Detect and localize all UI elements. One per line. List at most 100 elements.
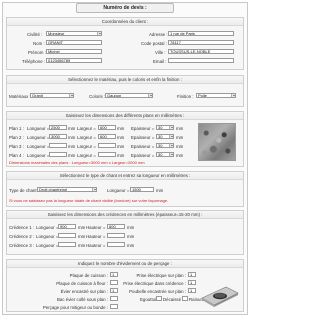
percage-label: Plaque de cuisson à fleur : [56, 281, 108, 286]
civilite-value: Monsieur [48, 31, 65, 36]
egouttoir-rainure-count-field[interactable] [182, 296, 188, 301]
credence-hauteur-field[interactable]: 600 [107, 224, 125, 229]
percage-count-field[interactable]: 1 [110, 288, 118, 293]
materiaux-label: Matériaux : [9, 94, 31, 99]
egouttoir-decaisse-label: Décaissé [163, 297, 182, 302]
chant-type-select[interactable]: Droit chanfreiné [37, 187, 97, 192]
materials-section-header: Sélectionnez le matériau, puis le colori… [7, 76, 243, 84]
code-postal-label: Code postal : [141, 41, 167, 46]
egouttoir-decaisse-count-field[interactable] [156, 296, 162, 301]
percage-label: Évier encastré sur plan : [60, 289, 108, 294]
percage-count-field[interactable]: 1 [188, 280, 196, 285]
chant-longueur-field[interactable]: 1500 [130, 187, 154, 192]
largeur-label: Largeur = [77, 153, 96, 158]
plan-longueur-field[interactable] [49, 152, 67, 157]
plan-label: Plan 3 : [9, 144, 24, 149]
finition-value: Polie [198, 93, 207, 98]
mm-unit: mm [68, 153, 76, 158]
percage-count-field[interactable]: 1 [188, 288, 196, 293]
granite-swatch-image [198, 123, 236, 161]
coloris-select[interactable]: Gaugun [105, 93, 153, 98]
adresse-label: Adresse : [149, 32, 168, 37]
prenom-label: Prénom : [28, 50, 46, 55]
plan-largeur-field[interactable]: 600 [98, 125, 116, 130]
longueur-label: Longueur = [27, 126, 50, 131]
largeur-label: Largeur = [77, 135, 96, 140]
prenom-field[interactable]: Michel [46, 49, 102, 54]
longueur-label: Longueur = [36, 225, 59, 230]
chant-note: Si vous ne saisissez pas la longueur tot… [9, 198, 169, 203]
chevron-down-icon [169, 135, 173, 138]
coloris-value: Gaugun [107, 93, 122, 98]
mm-unit: mm [117, 135, 125, 140]
ville-field[interactable]: TOUSSUS-LE-NOBLE [168, 49, 234, 54]
largeur-label: Largeur = [77, 126, 96, 131]
chevron-down-icon [169, 144, 173, 147]
finition-select[interactable]: Polie [196, 93, 236, 98]
quote-number-title: Numéro de devis : [76, 3, 174, 13]
plan-epaisseur-select[interactable]: 30 [156, 152, 174, 157]
percage-label: Poubelle encastrée sur plan : [129, 289, 186, 294]
plan-epaisseur-select[interactable]: 30 [156, 134, 174, 139]
hauteur-label: Hauteur = [86, 243, 106, 248]
plan-epaisseur-value: 30 [158, 152, 163, 157]
percage-count-field[interactable] [110, 296, 118, 301]
percage-count-field[interactable]: 1 [110, 272, 118, 277]
longueur-label: Longueur = [36, 234, 59, 239]
ville-label: Ville : [155, 50, 166, 55]
mm-unit: mm [117, 144, 125, 149]
plan-largeur-field[interactable] [98, 143, 116, 148]
mm-unit: mm [117, 153, 125, 158]
sink-illustration [201, 286, 239, 307]
credence-longueur-field[interactable]: 900 [58, 224, 76, 229]
code-postal-field[interactable]: 78117 [168, 40, 234, 45]
credence-longueur-field[interactable] [58, 233, 76, 238]
plan-longueur-field[interactable]: 2500 [49, 125, 67, 130]
materiaux-value: Granit [32, 93, 43, 98]
finition-label: Finition : [177, 94, 194, 99]
plan-longueur-field[interactable]: 3000 [49, 134, 67, 139]
chant-type-value: Droit chanfreiné [39, 187, 68, 192]
plan-epaisseur-value: 30 [158, 143, 163, 148]
plan-epaisseur-select[interactable]: 30 [156, 143, 174, 148]
plan-label: Plan 1 : [9, 126, 24, 131]
client-section-header: Coordonnées du client : [7, 18, 243, 26]
plans-section-header: Saisissez les dimensions des différents … [7, 112, 243, 120]
credences-section-header: Saisissez les dimensions des crédences e… [7, 211, 243, 219]
mm-unit: mm [78, 234, 86, 239]
plan-label: Plan 2 : [9, 135, 24, 140]
percage-count-field[interactable] [110, 280, 118, 285]
nom-field[interactable]: GRANIT [46, 40, 102, 45]
percage-label: Prise électrique dans crédence : [123, 281, 186, 286]
email-field[interactable] [168, 58, 234, 63]
plans-max-note: Dimensions maximales des plans : Longueu… [9, 160, 145, 165]
mm-unit: mm [117, 126, 125, 131]
plan-largeur-field[interactable] [98, 152, 116, 157]
adresse-field[interactable]: 1 rue de Paris [168, 31, 234, 36]
civilite-select[interactable]: Monsieur [46, 31, 102, 36]
epaisseur-label: Epaisseur = [131, 135, 155, 140]
plan-longueur-field[interactable] [49, 143, 67, 148]
chevron-down-icon [169, 153, 173, 156]
credence-label: Crédence 3 : [9, 243, 35, 248]
plan-label: Plan 4 : [9, 153, 24, 158]
plan-largeur-field[interactable]: 600 [98, 134, 116, 139]
telephone-field[interactable]: 0123456789 [46, 58, 102, 63]
credences-section: Saisissez les dimensions des crédences e… [6, 210, 244, 255]
epaisseur-label: Epaisseur = [131, 126, 155, 131]
materiaux-select[interactable]: Granit [30, 93, 74, 98]
percage-count-field[interactable]: 1 [188, 272, 196, 277]
plan-epaisseur-select[interactable]: 30 [156, 125, 174, 130]
credence-hauteur-field[interactable] [107, 233, 125, 238]
longueur-label: Longueur = [27, 153, 50, 158]
mm-unit: mm [176, 153, 184, 158]
mm-unit: mm [78, 243, 86, 248]
credence-longueur-field[interactable] [58, 242, 76, 247]
credence-hauteur-field[interactable] [107, 242, 125, 247]
percage-label: Plaque de cuisson : [69, 273, 108, 278]
hauteur-label: Hauteur = [86, 234, 106, 239]
epaisseur-label: Epaisseur = [131, 144, 155, 149]
longueur-label: Longueur = [36, 243, 59, 248]
percage-count-field[interactable] [110, 304, 118, 309]
percages-section-header: Indiquez le nombre d'évidement ou de per… [7, 260, 243, 268]
